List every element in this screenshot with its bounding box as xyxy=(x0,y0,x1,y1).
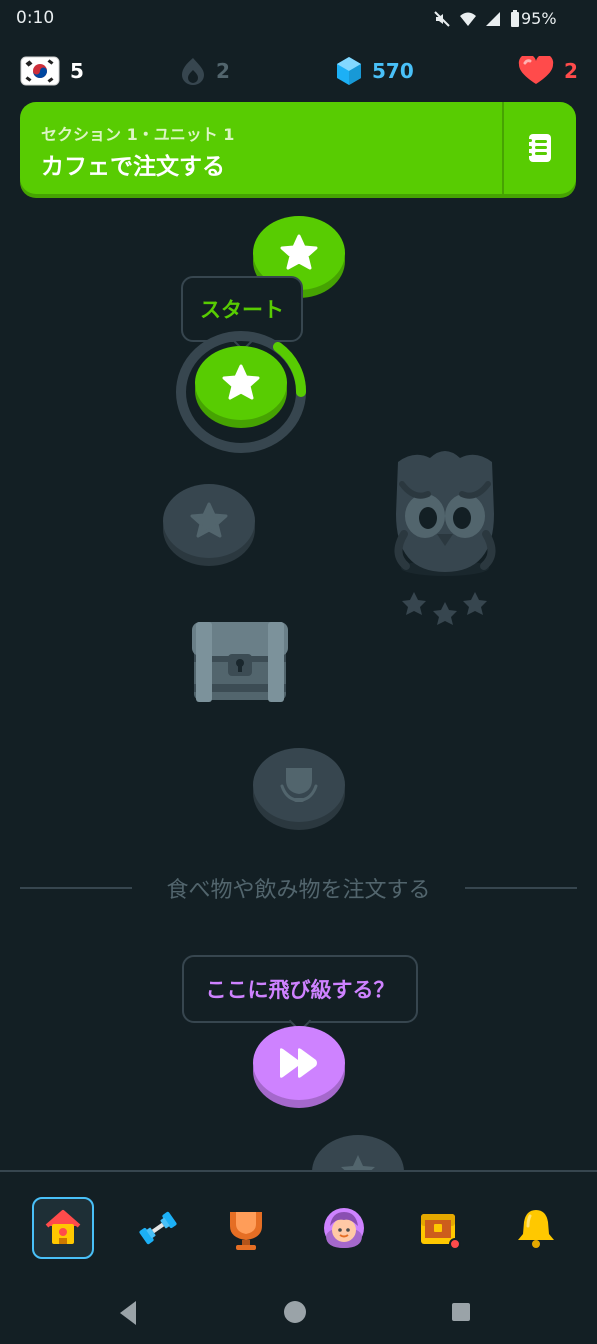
shop-chest-icon xyxy=(421,1214,461,1250)
streak-count: 2 xyxy=(216,59,230,83)
status-time: 0:10 xyxy=(16,8,55,28)
unit-review-trophy-node[interactable] xyxy=(253,748,345,822)
jump-here-label: ここに飛び級する？ xyxy=(205,978,395,1002)
trophy-icon xyxy=(280,768,318,802)
bottom-nav-divider xyxy=(0,1170,597,1172)
star-icon xyxy=(190,502,228,538)
streak-counter[interactable]: 2 xyxy=(180,56,230,86)
leaderboard-trophy-icon xyxy=(230,1212,262,1250)
lesson-node-locked[interactable] xyxy=(163,484,255,558)
unit-subtitle: セクション 1・ユニット 1 xyxy=(41,125,235,144)
profile-avatar-icon xyxy=(324,1208,364,1248)
hearts-count: 2 xyxy=(564,59,578,83)
jump-here-tooltip[interactable]: ここに飛び級する？ xyxy=(182,955,418,1033)
wifi-icon xyxy=(460,12,476,26)
home-icon xyxy=(45,1210,81,1244)
nav-leaderboard[interactable] xyxy=(215,1197,277,1259)
battery-icon xyxy=(511,10,519,27)
gems-counter[interactable]: 570 xyxy=(336,56,414,86)
star-icon xyxy=(222,364,260,400)
battery-level: 95% xyxy=(521,9,557,28)
nav-home[interactable] xyxy=(32,1197,94,1259)
nav-notifications[interactable] xyxy=(505,1197,567,1259)
system-home-icon[interactable] xyxy=(283,1300,307,1324)
divider-line-right xyxy=(465,887,577,889)
guidebook-button[interactable] xyxy=(504,102,576,194)
jump-ahead-node[interactable] xyxy=(253,1026,345,1100)
treasure-chest-icon[interactable] xyxy=(186,614,294,708)
south-korea-flag-icon xyxy=(20,56,60,86)
hearts-counter[interactable]: 2 xyxy=(518,56,578,86)
fast-forward-icon xyxy=(280,1048,317,1078)
unit-header: セクション 1・ユニット 1 カフェで注文する xyxy=(20,102,576,194)
owl-mascot-icon xyxy=(394,451,496,625)
lesson-node-current[interactable] xyxy=(195,346,287,420)
nav-practice[interactable] xyxy=(127,1197,189,1259)
unit-title: カフェで注文する xyxy=(41,154,225,180)
course-selector[interactable]: 5 xyxy=(20,56,84,86)
star-icon xyxy=(341,1155,375,1171)
nav-profile[interactable] xyxy=(313,1197,375,1259)
practice-dumbbell-icon xyxy=(139,1211,177,1245)
heart-icon xyxy=(518,56,554,84)
mute-icon xyxy=(434,11,450,27)
start-tooltip-label: スタート xyxy=(200,298,284,322)
streak-flame-icon xyxy=(182,58,204,85)
gem-icon xyxy=(337,57,361,85)
nav-shop[interactable] xyxy=(408,1197,470,1259)
next-lesson-node-partial[interactable] xyxy=(312,1135,404,1171)
guidebook-icon xyxy=(526,134,551,162)
course-count: 5 xyxy=(70,59,84,83)
notifications-bell-icon xyxy=(518,1210,554,1248)
system-recents-icon[interactable] xyxy=(451,1302,471,1322)
signal-icon xyxy=(486,12,500,26)
gems-count: 570 xyxy=(372,59,414,83)
star-icon xyxy=(280,234,318,270)
system-back-icon[interactable] xyxy=(116,1296,140,1330)
status-icons xyxy=(433,10,521,28)
